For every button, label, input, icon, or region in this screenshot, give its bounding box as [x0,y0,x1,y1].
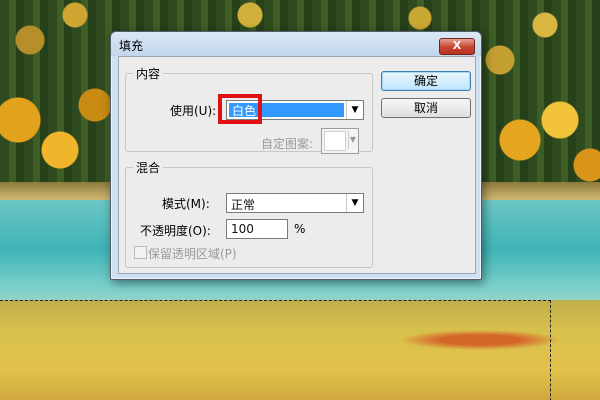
mode-select[interactable]: 正常 ▼ [226,193,364,213]
pattern-chevron-down-icon: ▼ [348,131,357,149]
chevron-down-icon[interactable]: ▼ [346,101,363,119]
mode-label: 模式(M): [162,197,210,211]
fill-dialog: 填充 X 内容 使用(U): 白色 ▼ 自定图案: ▼ 混合 模式(M): 正常… [110,31,482,280]
ok-button[interactable]: 确定 [381,71,471,91]
mode-select-value: 正常 [231,198,256,212]
content-group: 内容 使用(U): 白色 ▼ 自定图案: ▼ [125,65,373,154]
preserve-transparency-checkbox[interactable] [134,246,147,259]
annotation-highlight-box [218,94,262,124]
opacity-input-value: 100 [231,222,254,236]
dialog-client-area: 内容 使用(U): 白色 ▼ 自定图案: ▼ 混合 模式(M): 正常 ▼ 不透… [118,56,476,274]
use-label: 使用(U): [170,104,217,118]
chevron-down-icon[interactable]: ▼ [346,194,363,212]
selection-marquee [0,300,551,400]
pattern-swatch [324,131,346,151]
dialog-titlebar[interactable]: 填充 X [111,32,481,56]
blend-group-legend: 混合 [136,161,161,175]
preserve-transparency-label: 保留透明区域(P) [148,247,237,261]
opacity-label: 不透明度(O): [140,224,211,238]
opacity-input[interactable]: 100 [226,219,288,239]
blend-group: 混合 模式(M): 正常 ▼ 不透明度(O): 100 % 保留透明区域(P) [125,159,373,268]
pattern-picker[interactable]: ▼ [321,128,359,154]
close-button[interactable]: X [439,38,475,55]
pattern-label: 自定图案: [261,137,314,151]
cancel-button[interactable]: 取消 [381,98,471,118]
opacity-unit: % [294,222,306,236]
content-group-legend: 内容 [136,67,161,81]
dialog-title: 填充 [119,39,144,53]
close-icon: X [452,39,462,52]
